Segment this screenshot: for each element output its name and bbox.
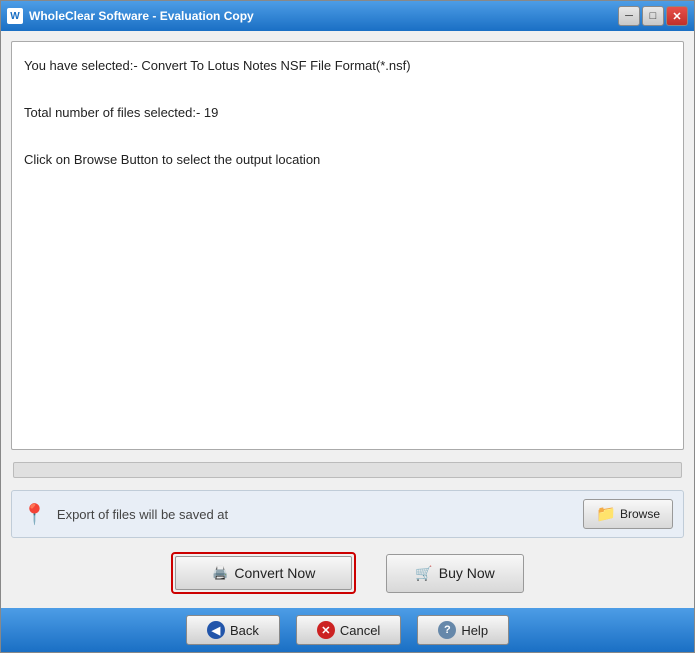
app-icon: W xyxy=(7,8,23,24)
browse-label: Browse xyxy=(620,507,660,521)
close-button[interactable]: ✕ xyxy=(666,6,688,26)
help-icon: ? xyxy=(438,621,456,639)
title-bar: W WholeClear Software - Evaluation Copy … xyxy=(1,1,694,31)
maximize-button[interactable]: □ xyxy=(642,6,664,26)
location-icon: 📍 xyxy=(22,502,47,527)
export-row: 📍 Export of files will be saved at 📁 Bro… xyxy=(11,490,684,538)
title-bar-buttons: ─ □ ✕ xyxy=(618,6,688,26)
convert-icon: 🖨️ xyxy=(212,565,228,581)
main-window: W WholeClear Software - Evaluation Copy … xyxy=(0,0,695,653)
info-line2: Total number of files selected:- 19 xyxy=(24,101,671,124)
back-icon: ◀ xyxy=(207,621,225,639)
cancel-label: Cancel xyxy=(340,623,380,638)
bottom-bar: ◀ Back ✕ Cancel ? Help xyxy=(1,608,694,652)
browse-button[interactable]: 📁 Browse xyxy=(583,499,673,529)
cancel-icon: ✕ xyxy=(317,621,335,639)
convert-now-button[interactable]: 🖨️ Convert Now xyxy=(175,556,352,590)
cart-icon: 🛒 xyxy=(415,565,432,582)
progress-area xyxy=(11,458,684,482)
back-button[interactable]: ◀ Back xyxy=(186,615,280,645)
cancel-button[interactable]: ✕ Cancel xyxy=(296,615,401,645)
buy-now-button[interactable]: 🛒 Buy Now xyxy=(386,554,523,593)
back-label: Back xyxy=(230,623,259,638)
main-content: You have selected:- Convert To Lotus Not… xyxy=(1,31,694,608)
buy-label: Buy Now xyxy=(439,565,495,581)
action-row: 🖨️ Convert Now 🛒 Buy Now xyxy=(11,546,684,598)
info-line3: Click on Browse Button to select the out… xyxy=(24,148,671,171)
folder-icon: 📁 xyxy=(596,504,616,524)
help-label: Help xyxy=(461,623,488,638)
window-title: WholeClear Software - Evaluation Copy xyxy=(29,9,254,23)
info-line1: You have selected:- Convert To Lotus Not… xyxy=(24,54,671,77)
convert-label: Convert Now xyxy=(234,565,315,581)
title-bar-left: W WholeClear Software - Evaluation Copy xyxy=(7,8,254,24)
info-textbox: You have selected:- Convert To Lotus Not… xyxy=(11,41,684,450)
minimize-button[interactable]: ─ xyxy=(618,6,640,26)
export-label: Export of files will be saved at xyxy=(57,507,573,522)
progress-bar-track xyxy=(13,462,682,478)
convert-btn-wrapper: 🖨️ Convert Now xyxy=(171,552,356,594)
help-button[interactable]: ? Help xyxy=(417,615,509,645)
